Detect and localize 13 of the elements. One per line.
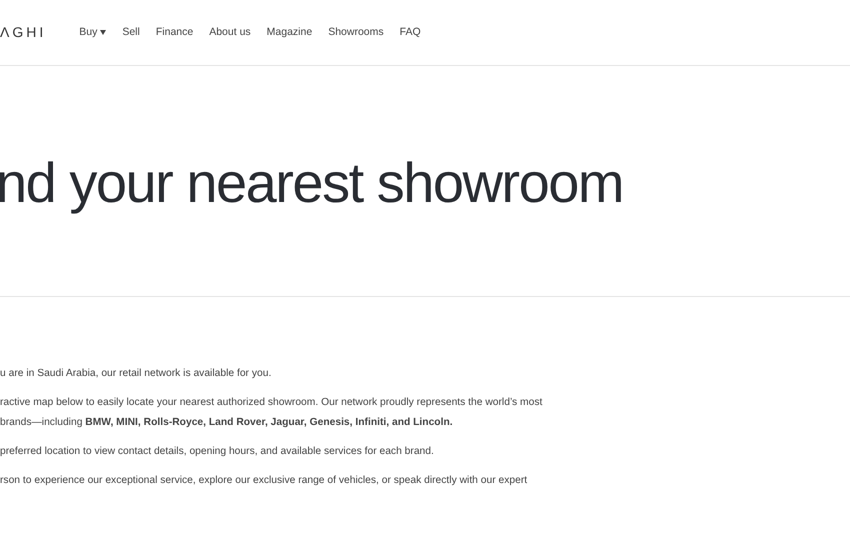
paragraph-line: preferred location to view contact details, opening hours, and available services for each brand. xyxy=(0,445,435,459)
nav-link[interactable]: About us xyxy=(209,24,251,40)
paragraph-line: rson to experience our exceptional service, explore our exclusive range of vehicles, or speak directly with our expert xyxy=(0,474,528,488)
nav-link[interactable]: FAQ xyxy=(400,24,421,40)
paragraph-line: brands—including BMW, MINI, Rolls-Royce, Land Rover, Jaguar, Genesis, Infiniti, and Lincoln. xyxy=(0,416,454,430)
nav-link[interactable]: Magazine xyxy=(266,24,312,40)
nav-link[interactable]: Sell xyxy=(122,24,140,40)
logo[interactable]: ΛGHI xyxy=(0,22,46,43)
paragraph-line: u are in Saudi Arabia, our retail network is available for you. xyxy=(0,367,272,381)
nav-link[interactable]: Showrooms xyxy=(328,24,384,40)
paragraph-line: ractive map below to easily locate your nearest authorized showroom. Our network proudly represents the world’s most xyxy=(0,396,544,410)
nav-link[interactable]: Buy xyxy=(79,24,106,40)
nav-link[interactable]: Finance xyxy=(156,24,194,40)
